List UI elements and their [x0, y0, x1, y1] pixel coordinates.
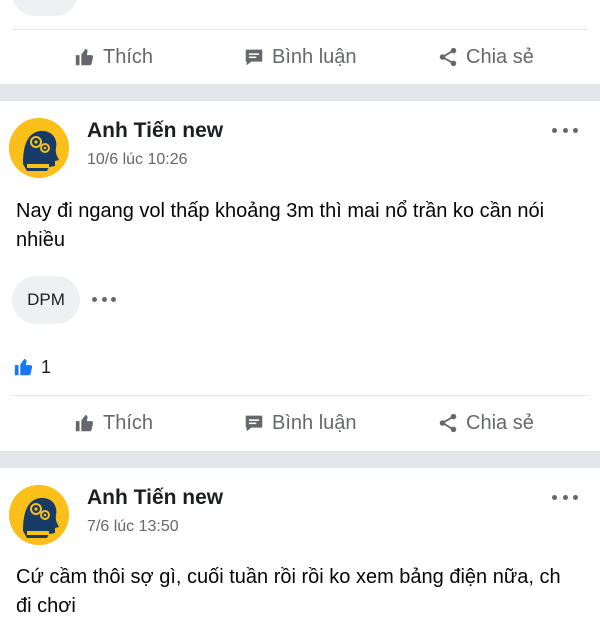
- post-separator: [0, 451, 600, 468]
- more-dot: [552, 494, 557, 500]
- more-dot: [92, 296, 97, 302]
- post-more-button[interactable]: [552, 492, 578, 502]
- more-dot: [101, 296, 107, 302]
- post-text: Cứ cầm thôi sợ gì, cuối tuần rồi rồi ko …: [16, 566, 561, 617]
- like-button[interactable]: Thích: [74, 403, 153, 443]
- comment-bubble-icon: [245, 49, 263, 66]
- more-dot: [573, 127, 578, 133]
- like-reaction-icon: [14, 358, 33, 376]
- divider: [12, 29, 588, 30]
- post-author[interactable]: Anh Tiến new: [87, 486, 223, 510]
- comment-bubble-icon: [245, 415, 263, 432]
- like-label: Thích: [103, 411, 154, 434]
- post-text: Nay đi ngang vol thấp khoảng 3m thì mai …: [16, 200, 545, 251]
- brain-head-logo-icon: [9, 485, 69, 545]
- avatar[interactable]: [9, 118, 69, 178]
- more-dot: [562, 494, 568, 500]
- share-button[interactable]: Chia sẻ: [437, 403, 534, 443]
- previous-comment-pill[interactable]: [12, 0, 78, 16]
- comment-label: Bình luận: [272, 45, 357, 68]
- share-nodes-icon: [439, 413, 457, 433]
- comment-label: Bình luận: [272, 411, 357, 434]
- brain-head-logo-icon: [9, 118, 69, 178]
- share-button[interactable]: Chia sẻ: [437, 37, 534, 77]
- share-label: Chia sẻ: [466, 411, 534, 434]
- post-actions-bar: Thích Bình luận Chia sẻ: [0, 37, 600, 77]
- tag-more-button[interactable]: [92, 295, 116, 303]
- comment-button[interactable]: Bình luận: [243, 403, 357, 443]
- avatar[interactable]: [9, 485, 69, 545]
- thumbs-up-icon: [75, 414, 94, 432]
- stock-tag[interactable]: DPM: [12, 276, 80, 324]
- post-separator: [0, 84, 600, 101]
- post-timestamp[interactable]: 7/6 lúc 13:50: [87, 518, 179, 536]
- more-dot: [562, 127, 568, 133]
- post-actions-bar: Thích Bình luận Chia sẻ: [0, 403, 600, 443]
- more-dot: [573, 494, 578, 500]
- like-count: 1: [41, 356, 52, 377]
- post-more-button[interactable]: [552, 125, 578, 135]
- more-dot: [111, 296, 116, 302]
- share-nodes-icon: [439, 47, 457, 67]
- like-button[interactable]: Thích: [74, 37, 153, 77]
- post-author[interactable]: Anh Tiến new: [87, 119, 223, 143]
- post-timestamp[interactable]: 10/6 lúc 10:26: [87, 151, 188, 169]
- like-label: Thích: [103, 45, 154, 68]
- thumbs-up-icon: [75, 48, 94, 66]
- divider: [12, 395, 588, 396]
- reaction-summary[interactable]: 1: [13, 355, 51, 379]
- more-dot: [552, 127, 557, 133]
- comment-button[interactable]: Bình luận: [243, 37, 357, 77]
- share-label: Chia sẻ: [466, 45, 534, 68]
- stock-tag-label: DPM: [27, 290, 65, 309]
